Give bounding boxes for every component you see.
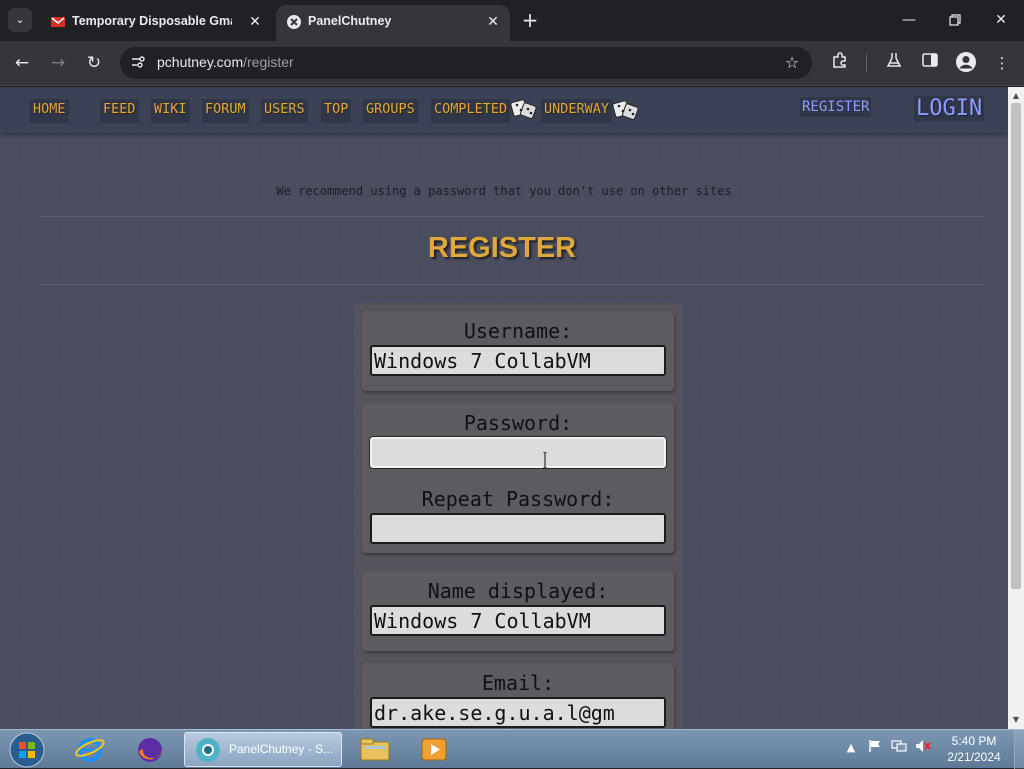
dice-icon — [612, 100, 639, 120]
minimize-icon[interactable]: — — [889, 6, 929, 34]
action-center-flag-icon[interactable] — [866, 739, 884, 757]
display-name-input[interactable]: Windows 7 CollabVM — [370, 605, 666, 636]
system-clock[interactable]: 5:40 PM 2/21/2024 — [938, 733, 1010, 765]
reload-icon[interactable]: ↻ — [80, 49, 108, 77]
gmail-favicon-icon — [51, 17, 65, 27]
show-hidden-icons-arrow-icon[interactable]: ▲ — [842, 739, 860, 757]
email-group: Email: dr.ake.se.g.u.a.l@gm — [362, 663, 674, 729]
taskbar-app-panelchutney[interactable]: PanelChutney - S... — [184, 732, 342, 767]
username-label: Username: — [463, 319, 573, 343]
display-name-group: Name displayed: Windows 7 CollabVM — [362, 571, 674, 651]
browser-toolbar: ← → ↻ pchutney.com/register ☆ ⋮ — [0, 41, 1024, 86]
close-tab-icon[interactable]: ✕ — [484, 12, 502, 30]
nav-users[interactable]: USERS — [261, 99, 308, 123]
start-orb-icon[interactable] — [8, 731, 46, 769]
dice-icon — [510, 99, 537, 119]
back-icon[interactable]: ← — [8, 49, 36, 77]
clock-date: 2/21/2024 — [947, 750, 1001, 764]
tab-title: PanelChutney — [308, 14, 392, 28]
side-panel-icon[interactable] — [918, 51, 942, 75]
media-player-icon[interactable] — [416, 732, 452, 767]
text-cursor-icon — [543, 452, 547, 468]
tab-search-chevron-icon[interactable]: ⌄ — [8, 8, 32, 32]
scroll-down-arrow-icon[interactable]: ▼ — [1008, 713, 1024, 727]
nav-login-link[interactable]: LOGIN — [914, 96, 985, 121]
repeat-password-label: Repeat Password: — [421, 487, 615, 511]
nav-top[interactable]: TOP — [321, 99, 352, 123]
close-window-icon[interactable]: ✕ — [981, 6, 1021, 34]
network-icon[interactable] — [890, 739, 908, 757]
web-page: HOME FEED WIKI FORUM USERS TOP GROUPS CO… — [0, 87, 1008, 729]
labs-flask-icon[interactable] — [882, 51, 906, 75]
forward-icon[interactable]: → — [44, 49, 72, 77]
nav-groups[interactable]: GROUPS — [363, 99, 418, 123]
username-input[interactable]: Windows 7 CollabVM — [370, 345, 666, 376]
file-explorer-icon[interactable] — [356, 732, 394, 767]
windows-taskbar: PanelChutney - S... ▲ 5:40 PM 2/21/2024 — [0, 729, 1024, 769]
registration-form: Username: Windows 7 CollabVM Password: R… — [354, 303, 682, 729]
nav-feed[interactable]: FEED — [100, 99, 139, 123]
nav-forum[interactable]: FORUM — [202, 99, 249, 123]
email-input[interactable]: dr.ake.se.g.u.a.l@gm — [370, 697, 666, 728]
new-tab-icon[interactable]: + — [518, 9, 542, 33]
nav-home[interactable]: HOME — [30, 99, 69, 123]
email-label: Email: — [481, 671, 555, 695]
extensions-puzzle-icon[interactable] — [828, 51, 852, 75]
password-group: Password: Repeat Password: — [362, 403, 674, 553]
nav-wiki[interactable]: WIKI — [151, 99, 190, 123]
profile-avatar-icon[interactable] — [954, 51, 978, 75]
password-input[interactable] — [370, 437, 666, 468]
display-name-label: Name displayed: — [427, 579, 609, 603]
taskbar-app-label: PanelChutney - S... — [229, 742, 334, 756]
tab-panelchutney[interactable]: PanelChutney ✕ — [276, 5, 510, 41]
firefox-icon[interactable] — [132, 732, 168, 767]
url-host: pchutney.com — [157, 54, 244, 70]
toolbar-divider — [866, 54, 867, 72]
tab-title: Temporary Disposable Gmail | — [72, 14, 232, 28]
divider — [40, 216, 984, 217]
volume-muted-icon[interactable] — [914, 739, 932, 757]
browser-tab-strip: ⌄ Temporary Disposable Gmail | ✕ PanelCh… — [0, 0, 1024, 41]
internet-explorer-icon[interactable] — [72, 732, 108, 767]
page-title: REGISTER — [427, 232, 577, 264]
address-bar[interactable]: pchutney.com/register ☆ — [120, 47, 812, 79]
password-label: Password: — [463, 411, 573, 435]
url-text: pchutney.com/register — [157, 54, 294, 70]
show-desktop-button[interactable] — [1014, 730, 1024, 769]
restore-window-icon[interactable] — [935, 6, 975, 34]
divider — [40, 284, 984, 285]
chromium-icon — [196, 738, 220, 762]
page-scrollbar[interactable]: ▲ ▼ — [1008, 87, 1024, 729]
close-tab-icon[interactable]: ✕ — [246, 12, 264, 30]
password-notice: We recommend using a password that you d… — [276, 184, 732, 198]
nav-register-link[interactable]: REGISTER — [800, 97, 872, 117]
chrome-menu-kebab-icon[interactable]: ⋮ — [990, 51, 1014, 75]
tab-temporary-gmail[interactable]: Temporary Disposable Gmail | ✕ — [40, 5, 272, 41]
site-info-icon[interactable] — [130, 54, 146, 70]
repeat-password-input[interactable] — [370, 513, 666, 544]
username-group: Username: Windows 7 CollabVM — [362, 311, 674, 391]
bookmark-star-icon[interactable]: ☆ — [782, 53, 802, 73]
scroll-up-arrow-icon[interactable]: ▲ — [1008, 89, 1024, 103]
panelchutney-favicon-icon — [287, 15, 301, 29]
url-path: /register — [243, 54, 294, 70]
scrollbar-thumb[interactable] — [1011, 103, 1021, 589]
nav-completed[interactable]: COMPLETED — [431, 99, 511, 123]
nav-underway[interactable]: UNDERWAY — [541, 99, 613, 123]
site-navigation-bar: HOME FEED WIKI FORUM USERS TOP GROUPS CO… — [0, 87, 1008, 133]
clock-time: 5:40 PM — [951, 734, 997, 748]
